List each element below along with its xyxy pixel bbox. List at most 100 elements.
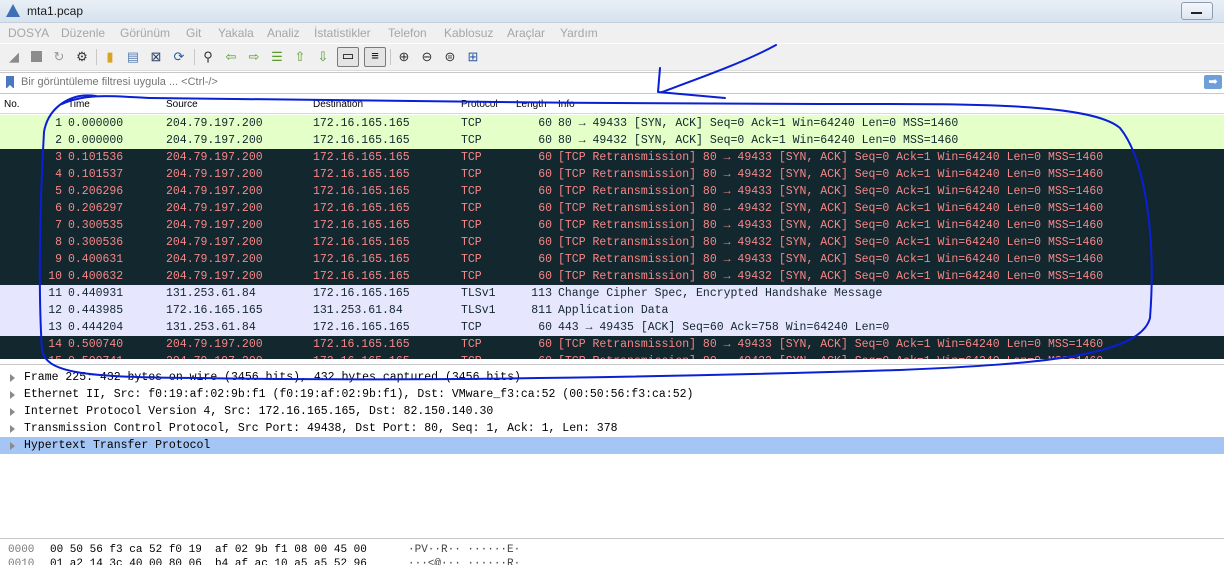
- detail-tree-row[interactable]: Ethernet II, Src: f0:19:af:02:9b:f1 (f0:…: [0, 386, 1224, 403]
- packet-row[interactable]: 13 0.444204 131.253.61.84 172.16.165.165 TCP…: [0, 319, 1224, 336]
- cell-no: 4: [55, 168, 62, 181]
- column-header-source[interactable]: Source: [166, 99, 198, 110]
- expand-triangle-icon[interactable]: [10, 391, 15, 399]
- cell-source: 172.16.165.165: [166, 304, 263, 317]
- display-filter-input[interactable]: [21, 74, 1196, 90]
- cell-protocol: TCP: [461, 202, 482, 215]
- packet-list-header: No. Time Source Destination Protocol Len…: [0, 97, 1224, 114]
- bookmark-icon[interactable]: [6, 76, 14, 89]
- capture-options-gear-icon[interactable]: ⚙: [74, 49, 90, 65]
- column-header-time[interactable]: Time: [68, 99, 90, 110]
- cell-source: 204.79.197.200: [166, 168, 263, 181]
- cell-time: 0.206297: [68, 202, 124, 215]
- detail-tree-row[interactable]: Frame 225: 432 bytes on wire (3456 bits)…: [0, 369, 1224, 386]
- packet-row[interactable]: 3 0.101536 204.79.197.200 172.16.165.165 TCP…: [0, 149, 1224, 166]
- cell-length: 60: [538, 236, 552, 249]
- minimize-button[interactable]: [1181, 2, 1213, 20]
- bytes-row[interactable]: 0000 00 50 56 f3 ca 52 f0 19 af 02 9b f1 …: [0, 543, 1224, 557]
- expand-triangle-icon[interactable]: [10, 442, 15, 450]
- packet-row[interactable]: 2 0.000000 204.79.197.200 172.16.165.165 TCP…: [0, 132, 1224, 149]
- cell-protocol: TCP: [461, 253, 482, 266]
- reload-icon[interactable]: ⟳: [171, 49, 187, 65]
- first-packet-icon[interactable]: ⇧: [292, 49, 308, 65]
- packet-row[interactable]: 10 0.400632 204.79.197.200 172.16.165.165 TC…: [0, 268, 1224, 285]
- packet-row[interactable]: 6 0.206297 204.79.197.200 172.16.165.165 TCP…: [0, 200, 1224, 217]
- resize-columns-icon[interactable]: ⊞: [465, 49, 481, 65]
- stop-square-icon[interactable]: [28, 49, 44, 65]
- menu-telefon[interactable]: Telefon: [388, 26, 427, 40]
- shark-fin-start-icon[interactable]: ◢: [6, 49, 22, 65]
- column-header-no[interactable]: No.: [4, 99, 20, 110]
- column-header-destination[interactable]: Destination: [313, 99, 363, 110]
- cell-protocol: TCP: [461, 134, 482, 147]
- cell-no: 3: [55, 151, 62, 164]
- cell-destination: 131.253.61.84: [313, 304, 403, 317]
- packet-row[interactable]: 5 0.206296 204.79.197.200 172.16.165.165 TCP…: [0, 183, 1224, 200]
- menu-istatistikler[interactable]: İstatistikler: [314, 26, 371, 40]
- cell-no: 8: [55, 236, 62, 249]
- menu-dosya[interactable]: DOSYA: [8, 26, 49, 40]
- open-folder-icon[interactable]: ▮: [102, 49, 118, 65]
- detail-tree-row[interactable]: Internet Protocol Version 4, Src: 172.16…: [0, 403, 1224, 420]
- detail-tree-label: Ethernet II, Src: f0:19:af:02:9b:f1 (f0:…: [24, 388, 694, 401]
- cell-time: 0.300536: [68, 236, 124, 249]
- menu-kablosuz[interactable]: Kablosuz: [444, 26, 493, 40]
- cell-no: 15: [0, 353, 62, 359]
- detail-tree-row[interactable]: Hypertext Transfer Protocol: [0, 437, 1224, 454]
- normal-size-icon[interactable]: ⊜: [442, 49, 458, 65]
- zoom-in-icon[interactable]: ⊕: [396, 49, 412, 65]
- menu-yakala[interactable]: Yakala: [218, 26, 254, 40]
- packet-row[interactable]: 15 0.500741 204.79.197.200 172.16.165.165 TC…: [0, 353, 1224, 359]
- menu-duzenle[interactable]: Düzenle: [61, 26, 105, 40]
- cell-info: [TCP Retransmission] 80 → 49433 [SYN, AC…: [558, 219, 1104, 232]
- packet-row[interactable]: 8 0.300536 204.79.197.200 172.16.165.165 TCP…: [0, 234, 1224, 251]
- column-header-length[interactable]: Length: [516, 99, 547, 110]
- cell-no: 7: [55, 219, 62, 232]
- expand-triangle-icon[interactable]: [10, 425, 15, 433]
- cell-no: 11: [48, 287, 62, 300]
- menu-araclar[interactable]: Araçlar: [507, 26, 545, 40]
- cell-time: 0.101537: [68, 168, 124, 181]
- cell-info: Change Cipher Spec, Encrypted Handshake …: [558, 287, 883, 300]
- last-packet-icon[interactable]: ⇩: [315, 49, 331, 65]
- detail-tree-row[interactable]: Transmission Control Protocol, Src Port:…: [0, 420, 1224, 437]
- packet-row[interactable]: 12 0.443985 172.16.165.165 131.253.61.84 TLS…: [0, 302, 1224, 319]
- autoscroll-icon[interactable]: ▭: [337, 47, 359, 67]
- packet-row[interactable]: 14 0.500740 204.79.197.200 172.16.165.165 TC…: [0, 336, 1224, 353]
- cell-no: 10: [48, 270, 62, 283]
- go-to-packet-icon[interactable]: ☰: [269, 49, 285, 65]
- packet-row[interactable]: 7 0.300535 204.79.197.200 172.16.165.165 TCP…: [0, 217, 1224, 234]
- expand-triangle-icon[interactable]: [10, 374, 15, 382]
- packet-row[interactable]: 9 0.400631 204.79.197.200 172.16.165.165 TCP…: [0, 251, 1224, 268]
- arrow-right-icon[interactable]: ➡: [1204, 75, 1222, 89]
- cell-time: 0.400631: [68, 253, 124, 266]
- cell-source: 131.253.61.84: [166, 321, 256, 334]
- colorize-icon[interactable]: ≡: [364, 47, 386, 67]
- menu-git[interactable]: Git: [186, 26, 201, 40]
- go-back-arrow-icon[interactable]: ⇦: [223, 49, 239, 65]
- find-magnifier-icon[interactable]: ⚲: [200, 49, 216, 65]
- cell-source: 204.79.197.200: [166, 270, 263, 283]
- cell-length: 60: [538, 338, 552, 351]
- packet-row[interactable]: 11 0.440931 131.253.61.84 172.16.165.165 TLS…: [0, 285, 1224, 302]
- expand-triangle-icon[interactable]: [10, 408, 15, 416]
- close-file-icon[interactable]: ⊠: [148, 49, 164, 65]
- cell-length: 60: [538, 202, 552, 215]
- menu-analiz[interactable]: Analiz: [267, 26, 300, 40]
- menu-yardim[interactable]: Yardım: [560, 26, 598, 40]
- cell-no: 14: [48, 338, 62, 351]
- packet-row[interactable]: 1 0.000000 204.79.197.200 172.16.165.165 TCP…: [0, 115, 1224, 132]
- cell-protocol: TCP: [461, 168, 482, 181]
- menu-gorunum[interactable]: Görünüm: [120, 26, 170, 40]
- go-forward-arrow-icon[interactable]: ⇨: [246, 49, 262, 65]
- packet-row[interactable]: 4 0.101537 204.79.197.200 172.16.165.165 TCP…: [0, 166, 1224, 183]
- cell-info: [TCP Retransmission] 80 → 49433 [SYN, AC…: [558, 185, 1104, 198]
- cell-length: 60: [538, 253, 552, 266]
- cell-info: [TCP Retransmission] 80 → 49433 [SYN, AC…: [558, 253, 1104, 266]
- restart-icon[interactable]: ↻: [51, 49, 67, 65]
- zoom-out-icon[interactable]: ⊖: [419, 49, 435, 65]
- save-file-icon[interactable]: ▤: [125, 49, 141, 65]
- cell-destination: 172.16.165.165: [313, 321, 410, 334]
- column-header-info[interactable]: Info: [558, 99, 575, 110]
- column-header-protocol[interactable]: Protocol: [461, 99, 498, 110]
